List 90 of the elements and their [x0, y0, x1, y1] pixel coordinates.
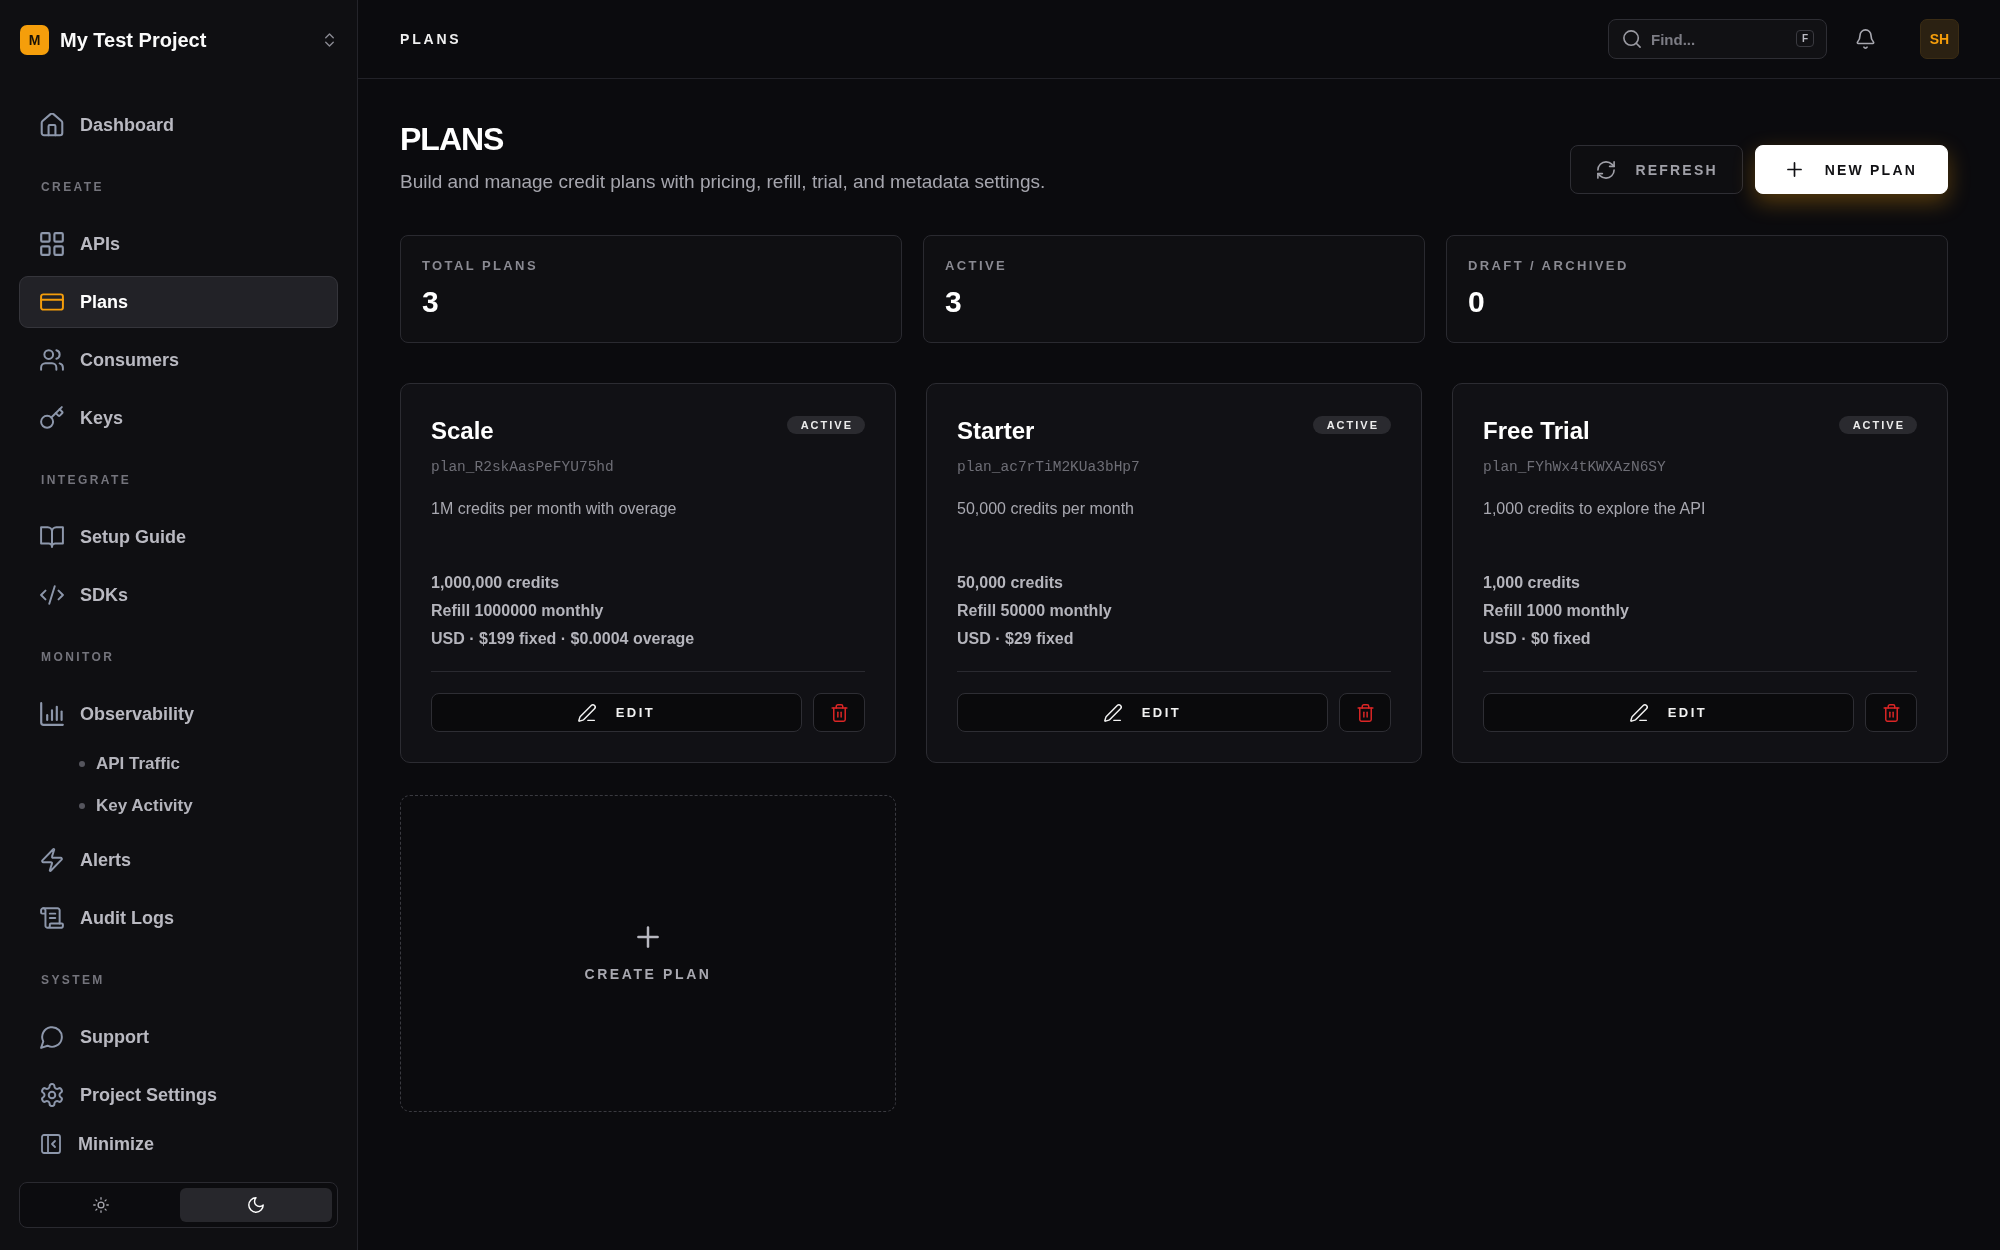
chat-bubble-icon — [40, 1025, 64, 1049]
credit-card-icon — [40, 290, 64, 314]
key-icon — [40, 406, 64, 430]
scroll-icon — [40, 906, 64, 930]
sidebar-item[interactable]: Keys — [19, 392, 338, 444]
stat-label: ACTIVE — [945, 258, 1009, 274]
edit-button[interactable]: EDIT — [957, 693, 1328, 732]
plan-detail: Refill 1000 monthly — [1483, 601, 1630, 621]
page-subtitle: Build and manage credit plans with pricing, refill, trial, and metadata settings. — [400, 170, 1046, 194]
stat-value: 3 — [945, 285, 963, 319]
plan-id: plan_FYhWx4tKWXAzN6SY — [1483, 458, 1667, 477]
section-heading: CREATE — [40, 179, 105, 195]
page-title: PLANS — [400, 121, 505, 157]
section-heading: INTEGRATE — [40, 472, 133, 488]
refresh-icon — [1597, 160, 1616, 179]
project-logo[interactable]: M — [20, 25, 49, 55]
plan-name: Scale — [431, 416, 494, 446]
sun-icon — [93, 1197, 110, 1213]
bullet-icon — [79, 761, 85, 767]
create-plan-card[interactable]: CREATE PLAN — [400, 795, 896, 1112]
plan-detail: USD · $0 fixed — [1483, 629, 1592, 649]
plan-name: Starter — [957, 416, 1035, 446]
chevron-up-down-icon — [325, 33, 334, 47]
pencil-icon — [1103, 703, 1122, 722]
trash-icon — [1882, 703, 1900, 722]
plan-detail: USD · $29 fixed — [957, 629, 1075, 649]
sidebar-subitem[interactable]: API Traffic — [19, 746, 338, 782]
refresh-button[interactable]: REFRESH — [1570, 145, 1743, 194]
plan-detail: 1,000 credits — [1483, 573, 1581, 593]
users-icon — [40, 348, 64, 372]
plan-description: 50,000 credits per month — [957, 499, 1135, 519]
plus-icon — [1786, 162, 1802, 177]
stat-value: 0 — [1468, 285, 1486, 319]
sidebar-item[interactable]: Audit Logs — [19, 892, 338, 944]
plan-detail: 50,000 credits — [957, 573, 1064, 593]
section-heading: SYSTEM — [40, 972, 106, 988]
user-avatar[interactable]: SH — [1920, 19, 1959, 59]
status-badge: ACTIVE — [1312, 416, 1391, 434]
edit-button[interactable]: EDIT — [431, 693, 802, 732]
delete-button[interactable] — [1865, 693, 1917, 732]
stat-value: 3 — [422, 285, 440, 319]
plus-icon — [637, 925, 659, 948]
breadcrumb-title: PLANS — [400, 31, 462, 47]
plan-description: 1M credits per month with overage — [431, 499, 678, 519]
plan-detail: Refill 50000 monthly — [957, 601, 1113, 621]
plan-detail: USD · $199 fixed · $0.0004 overage — [431, 629, 696, 649]
sidebar-subitem[interactable]: Key Activity — [19, 788, 338, 824]
trash-icon — [1356, 703, 1374, 722]
sidebar-item[interactable]: Plans — [19, 276, 338, 328]
sidebar-item[interactable]: SDKs — [19, 569, 338, 621]
plan-name: Free Trial — [1483, 416, 1590, 446]
status-badge: ACTIVE — [786, 416, 865, 434]
project-name[interactable]: My Test Project — [60, 28, 207, 52]
sidebar-item[interactable]: Observability — [19, 688, 338, 740]
lightning-icon — [40, 848, 64, 872]
sidebar-item[interactable]: Dashboard — [19, 99, 338, 151]
bar-chart-icon — [40, 702, 64, 726]
pencil-icon — [1629, 703, 1648, 722]
search-icon — [1623, 30, 1641, 48]
sidebar-item[interactable]: Support — [19, 1011, 338, 1063]
sidebar-item[interactable]: Project Settings — [19, 1069, 338, 1121]
delete-button[interactable] — [813, 693, 865, 732]
minimize-button[interactable]: Minimize — [19, 1124, 154, 1164]
trash-icon — [830, 703, 848, 722]
sidebar-item[interactable]: Consumers — [19, 334, 338, 386]
pencil-icon — [577, 703, 596, 722]
plan-description: 1,000 credits to explore the API — [1483, 499, 1707, 519]
plan-detail: Refill 1000000 monthly — [431, 601, 605, 621]
grid-icon — [40, 232, 64, 256]
code-icon — [40, 583, 64, 607]
settings-icon — [40, 1083, 64, 1107]
home-icon — [40, 113, 64, 137]
bullet-icon — [79, 803, 85, 809]
bell-icon — [1855, 29, 1875, 49]
stat-label: TOTAL PLANS — [422, 258, 539, 274]
sidebar-item[interactable]: Setup Guide — [19, 511, 338, 563]
edit-button[interactable]: EDIT — [1483, 693, 1854, 732]
plan-id: plan_R2skAasPeFYU75hd — [431, 458, 615, 477]
stat-label: DRAFT / ARCHIVED — [1468, 258, 1630, 274]
plan-detail: 1,000,000 credits — [431, 573, 561, 593]
status-badge: ACTIVE — [1838, 416, 1917, 434]
section-heading: MONITOR — [40, 649, 116, 665]
book-icon — [40, 525, 64, 549]
delete-button[interactable] — [1339, 693, 1391, 732]
panel-left-icon — [41, 1134, 61, 1154]
new-plan-button[interactable]: NEW PLAN — [1754, 145, 1948, 194]
moon-icon — [247, 1197, 264, 1213]
sidebar-item[interactable]: Alerts — [19, 834, 338, 886]
plan-id: plan_ac7rTiM2KUa3bHp7 — [957, 458, 1141, 477]
sidebar-item[interactable]: APIs — [19, 218, 338, 270]
